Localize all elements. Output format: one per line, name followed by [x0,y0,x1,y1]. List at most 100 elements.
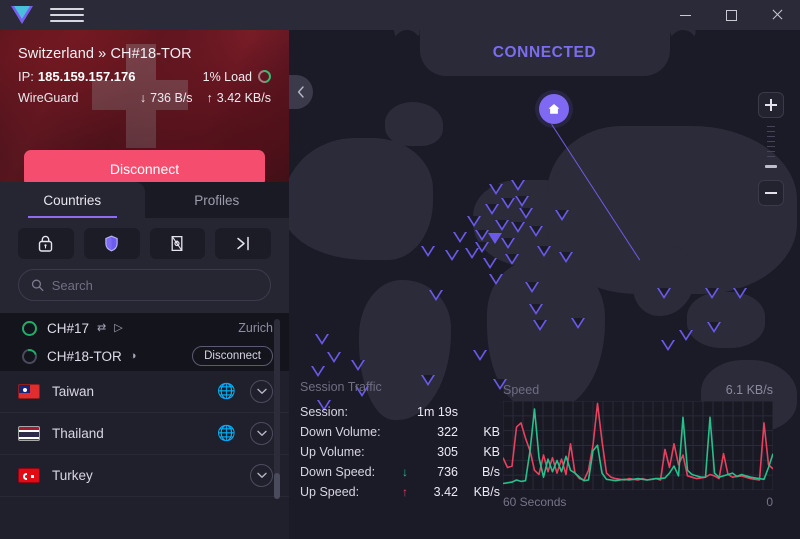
server-marker[interactable] [467,216,481,227]
server-name: CH#18-TOR [47,348,122,364]
server-marker[interactable] [533,320,547,331]
stat-label: Up Volume: [300,445,365,459]
play-icon: ▷ [114,321,123,334]
server-marker[interactable] [475,230,489,241]
server-marker[interactable] [525,282,539,293]
list-item-country[interactable]: Taiwan 🌐 [0,371,289,413]
server-marker[interactable] [475,242,489,253]
connection-status-text: CONNECTED [492,44,597,61]
speed-graph-x-end: 0 [766,495,773,509]
server-marker[interactable] [707,322,721,333]
power-card-icon [171,235,183,252]
server-marker[interactable] [501,198,515,209]
minimize-button[interactable] [662,0,708,30]
landmass-greenland [385,102,443,146]
close-button[interactable] [754,0,800,30]
zoom-slider-handle[interactable] [765,165,777,168]
server-marker[interactable] [733,288,747,299]
speed-graph-x-start: 60 Seconds [503,495,567,509]
expand-country-button[interactable] [250,380,273,403]
arrow-to-line-icon [236,236,249,251]
portforward-button[interactable] [215,228,271,259]
zoom-slider[interactable] [765,118,777,180]
speed-graph-axis: 60 Seconds 0 [503,495,773,509]
hamburger-menu-icon[interactable] [50,8,84,22]
home-location-pin[interactable] [539,94,569,124]
expand-country-button[interactable] [250,464,273,487]
server-marker[interactable] [511,222,525,233]
server-marker[interactable] [495,220,509,231]
server-marker[interactable] [311,366,325,377]
search-input[interactable] [51,277,258,293]
server-marker[interactable] [571,318,585,329]
tab-countries[interactable]: Countries [0,182,145,218]
zoom-out-button[interactable] [758,180,784,206]
server-marker[interactable] [679,330,693,341]
server-marker[interactable] [473,350,487,361]
stat-value: 736 [437,465,458,479]
server-marker[interactable] [327,352,341,363]
server-marker[interactable] [505,254,519,265]
list-item-server[interactable]: CH#18-TOR ◑ Disconnect [0,341,289,371]
netshield-button[interactable] [83,228,140,259]
feature-toolbar [0,218,289,259]
collapse-sidebar-button[interactable] [289,75,313,109]
stat-label: Up Speed: [300,485,360,499]
ip-value: 185.159.157.176 [37,69,136,84]
server-marker[interactable] [515,196,529,207]
server-marker[interactable] [519,208,533,219]
server-marker[interactable] [559,252,573,263]
server-marker[interactable] [485,204,499,215]
search-box[interactable] [18,269,271,301]
stat-row: Up Speed: ↑ 3.42 KB/s [300,482,500,502]
server-marker[interactable] [537,246,551,257]
list-item-server[interactable]: CH#17 ⇄ ▷ Zurich [0,313,289,341]
flag-thailand-icon [18,426,40,441]
globe-icon[interactable]: 🌐 [217,426,236,441]
zoom-in-button[interactable] [758,92,784,118]
server-marker[interactable] [661,340,675,351]
server-marker[interactable] [489,274,503,285]
server-marker[interactable] [657,288,671,299]
stat-label: Down Volume: [300,425,381,439]
server-marker[interactable] [483,258,497,269]
server-disconnect-button[interactable]: Disconnect [192,346,273,366]
list-item-country[interactable]: Turkey [0,455,289,497]
disconnect-button[interactable]: Disconnect [24,150,265,182]
expand-country-button[interactable] [250,422,273,445]
country-row-right: 🌐 [217,380,273,403]
globe-icon[interactable]: 🌐 [217,384,236,399]
server-marker[interactable] [511,180,525,191]
stat-label: Down Speed: [300,465,376,479]
tab-profiles[interactable]: Profiles [145,182,290,218]
world-map[interactable]: CONNECTED Session Traffic Session: 1m 19… [289,30,800,539]
server-marker[interactable] [555,210,569,221]
server-marker[interactable] [421,246,435,257]
secure-core-button[interactable] [18,228,74,259]
killswitch-button[interactable] [149,228,206,259]
country-row-right: 🌐 [217,422,273,445]
server-marker[interactable] [529,304,543,315]
zoom-tick [767,156,775,157]
ip-row: IP: 185.159.157.176 1% Load [18,67,274,86]
server-marker[interactable] [445,250,459,261]
server-list[interactable]: CH#17 ⇄ ▷ Zurich CH#18-TOR ◑ Disconnect [0,313,289,501]
server-marker[interactable] [315,334,329,345]
chevron-down-icon [256,388,267,394]
server-marker[interactable] [453,232,467,243]
server-marker[interactable] [489,184,503,195]
server-marker-connected[interactable] [488,233,502,244]
server-list-scrollbar-thumb[interactable] [274,473,280,499]
country-name: Taiwan [52,384,95,399]
chevron-down-icon [256,472,267,478]
stat-arrow-icon: ↑ [402,485,408,499]
zoom-tick [767,126,775,127]
server-marker[interactable] [529,226,543,237]
list-item-country[interactable]: Thailand 🌐 [0,413,289,455]
server-marker[interactable] [705,288,719,299]
server-marker[interactable] [501,238,515,249]
maximize-button[interactable] [708,0,754,30]
server-list-scrollbar-track[interactable] [274,319,280,495]
server-marker[interactable] [429,290,443,301]
server-marker[interactable] [351,360,365,371]
